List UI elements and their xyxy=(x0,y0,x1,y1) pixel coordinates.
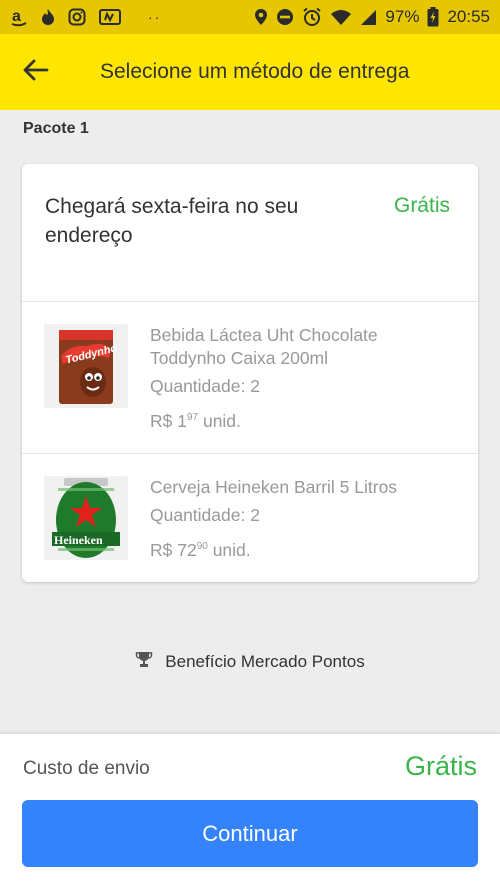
signal-icon xyxy=(360,9,377,26)
delivery-date-text: Chegará sexta-feira no seu endereço xyxy=(45,195,299,247)
arrow-left-icon xyxy=(23,59,49,86)
product-price: R$ 7290 unid. xyxy=(150,540,251,560)
back-button[interactable] xyxy=(0,34,72,110)
battery-charging-icon xyxy=(427,7,439,27)
instagram-icon xyxy=(68,8,86,26)
delivery-price: Grátis xyxy=(393,194,450,217)
product-quantity: Quantidade: 2 xyxy=(150,376,260,396)
shipment-card[interactable]: Chegará sexta-feira no seu endereço Grát… xyxy=(22,164,478,582)
product-name: Bebida Láctea Uht Chocolate Toddynho Cai… xyxy=(150,325,378,368)
shipping-cost-label: Custo de envio xyxy=(23,758,150,779)
do-not-disturb-icon xyxy=(276,8,294,26)
notification-dots: ·· xyxy=(148,9,162,25)
amazon-icon: a xyxy=(10,7,28,27)
svg-text:a: a xyxy=(12,8,21,25)
continue-button[interactable]: Continuar xyxy=(22,800,478,867)
product-name: Cerveja Heineken Barril 5 Litros xyxy=(150,477,398,497)
page-title: Selecione um método de entrega xyxy=(100,60,410,83)
app-bar: Selecione um método de entrega xyxy=(0,34,500,110)
delivery-option[interactable]: Chegará sexta-feira no seu endereço Grát… xyxy=(22,164,478,302)
product-price: R$ 197 unid. xyxy=(150,411,241,431)
clock: 20:55 xyxy=(447,7,490,26)
benefit-info: Benefício Mercado Pontos xyxy=(0,650,500,673)
list-item: Heineken Cerveja Heineken Barril 5 Litro… xyxy=(22,454,478,581)
trophy-icon xyxy=(135,650,153,673)
product-quantity: Quantidade: 2 xyxy=(150,505,260,525)
product-image-toddynho: Toddynho xyxy=(44,324,128,408)
benefit-text: Benefício Mercado Pontos xyxy=(165,651,365,671)
battery-percent: 97% xyxy=(385,7,420,26)
news-icon xyxy=(99,9,121,25)
wifi-icon xyxy=(330,9,352,26)
product-image-heineken: Heineken xyxy=(44,476,128,560)
list-item: Toddynho Bebida Láctea Uht Chocolate Tod… xyxy=(22,302,478,454)
alarm-icon xyxy=(302,7,322,27)
flame-icon xyxy=(41,8,55,26)
product-brand-label: Heineken xyxy=(54,533,103,547)
package-label: Pacote 1 xyxy=(23,120,89,137)
status-bar: a ·· 97% 20:55 xyxy=(0,0,500,34)
checkout-footer: Custo de envio Grátis Continuar xyxy=(0,734,500,889)
location-icon xyxy=(254,8,268,26)
shipping-cost-value: Grátis xyxy=(404,751,477,781)
